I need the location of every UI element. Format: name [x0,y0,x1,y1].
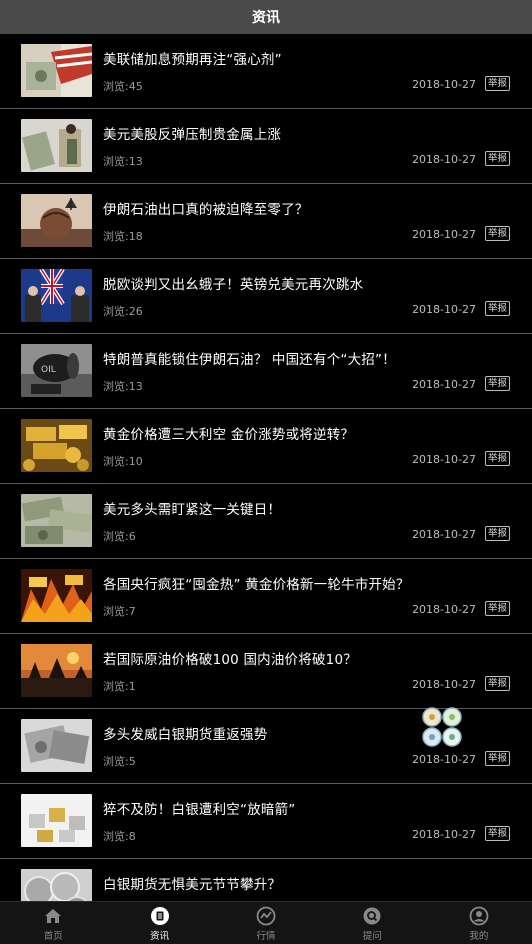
report-button[interactable]: 举报 [484,226,510,241]
news-thumbnail[interactable] [21,494,92,547]
news-thumbnail[interactable] [21,269,92,322]
report-button[interactable]: 举报 [484,376,510,391]
report-button[interactable]: 举报 [484,451,510,466]
news-date: 2018-10-27 [412,153,476,166]
view-count: 浏览:10 [103,455,143,468]
news-title[interactable]: 伊朗石油出口真的被迫降至零了？ [103,198,309,218]
svg-text:OIL: OIL [41,365,56,375]
view-count: 浏览:18 [103,230,143,243]
view-count: 浏览:13 [103,155,143,168]
tab-profile[interactable]: 我的 [426,902,532,944]
news-date: 2018-10-27 [412,828,476,841]
tab-label: 我的 [469,931,489,942]
news-date: 2018-10-27 [412,303,476,316]
view-count: 浏览:8 [103,830,136,843]
news-title[interactable]: 脱欧谈判又出幺蛾子！英镑兑美元再次跳水 [103,273,363,293]
bottom-tab-bar: 首页 资讯 行情 提问 我的 [0,901,532,944]
news-item[interactable]: OIL 特朗普真能锁住伊朗石油？ 中国还有个“大招”！ 浏览:13 2018-10-2… [0,334,532,409]
question-icon [362,906,382,926]
news-thumbnail[interactable] [21,119,92,172]
report-button[interactable]: 举报 [484,76,510,91]
tab-chart[interactable]: 行情 [213,902,319,944]
report-button[interactable]: 举报 [484,151,510,166]
report-button[interactable]: 举报 [484,526,510,541]
news-date: 2018-10-27 [412,78,476,91]
news-thumbnail[interactable] [21,869,92,902]
news-title[interactable]: 黄金价格遭三大利空 金价涨势或将逆转？ [103,423,354,443]
header-bar: 资讯 [0,0,532,34]
news-date: 2018-10-27 [412,378,476,391]
news-thumbnail[interactable] [21,44,92,97]
view-count: 浏览:26 [103,305,143,318]
tab-question[interactable]: 提问 [319,902,425,944]
report-button[interactable]: 举报 [484,826,510,841]
news-thumbnail[interactable] [21,644,92,697]
news-title[interactable]: 美联储加息预期再注“强心剂” [103,48,282,68]
report-button[interactable]: 举报 [484,601,510,616]
report-button[interactable]: 举报 [484,676,510,691]
tab-label: 行情 [256,931,276,942]
news-item[interactable]: 美元美股反弹压制贵金属上涨浏览:13 2018-10-27 举报 [0,109,532,184]
news-thumbnail[interactable] [21,794,92,847]
news-title[interactable]: 若国际原油价格破100 国内油价将破10？ [103,648,357,668]
news-item[interactable]: 美元多头需盯紧这一关键日！ 浏览:6 2018-10-27 举报 [0,484,532,559]
page-title: 资讯 [252,10,280,26]
news-title[interactable]: 各国央行疯狂“囤金热” 黄金价格新一轮牛市开始？ [103,573,410,593]
news-date: 2018-10-27 [412,678,476,691]
news-title[interactable]: 美元多头需盯紧这一关键日！ [103,498,281,518]
view-count: 浏览:5 [103,755,136,768]
home-icon [43,906,63,926]
news-thumbnail[interactable] [21,719,92,772]
report-button[interactable]: 举报 [484,751,510,766]
news-item[interactable]: 猝不及防！白银遭利空“放暗箭” 浏览:8 2018-10-27 举报 [0,784,532,859]
tab-label: 首页 [43,931,63,942]
news-list[interactable]: 美联储加息预期再注“强心剂” 浏览:45 2018-10-27 举报 美元美股反弹压制贵… [0,34,532,902]
news-title[interactable]: 多头发威白银期货重返强势 [103,723,267,743]
news-title[interactable]: 美元美股反弹压制贵金属上涨 [103,123,281,143]
news-thumbnail[interactable] [21,569,92,622]
news-item[interactable]: 各国央行疯狂“囤金热” 黄金价格新一轮牛市开始？ 浏览:7 2018-10-27 举报 [0,559,532,634]
tab-home[interactable]: 首页 [0,902,106,944]
news-title[interactable]: 特朗普真能锁住伊朗石油？ 中国还有个“大招”！ [103,348,396,368]
news-title[interactable]: 猝不及防！白银遭利空“放暗箭” [103,798,296,818]
news-item[interactable]: 黄金价格遭三大利空 金价涨势或将逆转？ 浏览:10 2018-10-27 举报 [0,409,532,484]
profile-icon [469,906,489,926]
news-thumbnail[interactable] [21,194,92,247]
tab-news[interactable]: 资讯 [106,902,212,944]
news-item[interactable]: 白银期货无惧美元节节攀升？ [0,859,532,902]
news-date: 2018-10-27 [412,753,476,766]
news-thumbnail[interactable]: OIL [21,344,92,397]
news-icon [150,906,170,926]
news-date: 2018-10-27 [412,603,476,616]
chart-icon [256,906,276,926]
report-button[interactable]: 举报 [484,301,510,316]
news-item[interactable]: 若国际原油价格破100 国内油价将破10？ 浏览:1 2018-10-27 举报 [0,634,532,709]
tab-label: 资讯 [150,931,170,942]
tab-label: 提问 [362,931,382,942]
view-count: 浏览:1 [103,680,136,693]
floating-menu-button[interactable] [420,705,464,749]
news-date: 2018-10-27 [412,453,476,466]
news-date: 2018-10-27 [412,228,476,241]
news-title[interactable]: 白银期货无惧美元节节攀升？ [103,873,281,893]
view-count: 浏览:45 [103,80,143,93]
view-count: 浏览:6 [103,530,136,543]
news-thumbnail[interactable] [21,419,92,472]
news-item[interactable]: 伊朗石油出口真的被迫降至零了？ 浏览:18 2018-10-27 举报 [0,184,532,259]
view-count: 浏览:7 [103,605,136,618]
view-count: 浏览:13 [103,380,143,393]
news-item[interactable]: 美联储加息预期再注“强心剂” 浏览:45 2018-10-27 举报 [0,34,532,109]
news-item[interactable]: 脱欧谈判又出幺蛾子！英镑兑美元再次跳水浏览:26 2018-10-27 举报 [0,259,532,334]
news-date: 2018-10-27 [412,528,476,541]
